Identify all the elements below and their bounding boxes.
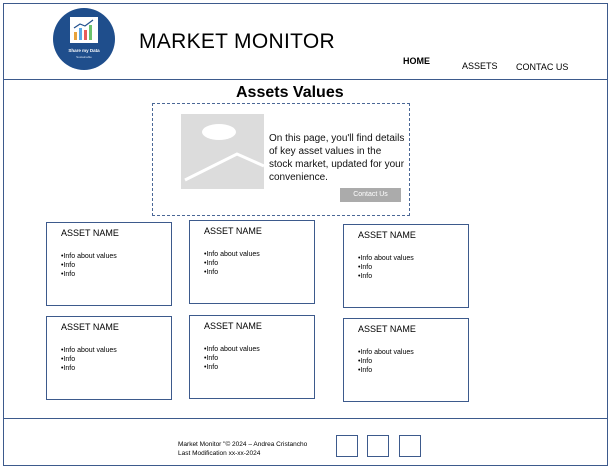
asset-info-line: •Info <box>204 364 219 371</box>
asset-name: ASSET NAME <box>204 226 262 236</box>
asset-info-line: •Info about values <box>61 347 117 354</box>
asset-name: ASSET NAME <box>204 321 262 331</box>
image-placeholder-icon <box>181 114 264 189</box>
asset-info-line: •Info about values <box>358 255 414 262</box>
asset-info: •Info about values •Info •Info <box>61 252 117 279</box>
asset-card[interactable]: ASSET NAME •Info about values •Info •Inf… <box>343 224 469 308</box>
social-link-placeholder[interactable] <box>367 435 389 457</box>
asset-name: ASSET NAME <box>358 324 416 334</box>
asset-info-line: •Info about values <box>61 253 117 260</box>
asset-info-line: •Info <box>204 260 219 267</box>
asset-card[interactable]: ASSET NAME •Info about values •Info •Inf… <box>46 222 172 306</box>
asset-card[interactable]: ASSET NAME •Info about values •Info •Inf… <box>343 318 469 402</box>
asset-info-line: •Info <box>358 264 373 271</box>
asset-card[interactable]: ASSET NAME •Info about values •Info •Inf… <box>46 316 172 400</box>
asset-name: ASSET NAME <box>61 228 119 238</box>
nav-assets-link[interactable]: ASSETS <box>462 61 498 71</box>
asset-info-line: •Info <box>61 365 76 372</box>
asset-info-line: •Info <box>61 356 76 363</box>
asset-info: •Info about values •Info •Info <box>204 345 260 372</box>
site-header: Share my Data Sustainable MARKET MONITOR… <box>3 3 608 80</box>
asset-info-line: •Info about values <box>204 346 260 353</box>
asset-info-line: •Info <box>358 367 373 374</box>
asset-info-line: •Info <box>358 358 373 365</box>
asset-info: •Info about values •Info •Info <box>358 254 414 281</box>
nav-contact-link[interactable]: CONTAC US <box>516 62 568 72</box>
asset-info-line: •Info <box>61 262 76 269</box>
asset-info-line: •Info about values <box>358 349 414 356</box>
asset-card[interactable]: ASSET NAME •Info about values •Info •Inf… <box>189 315 315 399</box>
site-logo[interactable]: Share my Data Sustainable <box>53 8 115 70</box>
contact-us-button[interactable]: Contact Us <box>340 188 401 202</box>
footer-text: Market Monitor "© 2024 – Andrea Cristanc… <box>178 440 307 458</box>
last-modified-text: Last Modification xx-xx-2024 <box>178 450 261 457</box>
hero-description: On this page, you'll find details of key… <box>269 133 405 183</box>
logo-tagline: Sustainable <box>76 55 92 59</box>
asset-info: •Info about values •Info •Info <box>204 250 260 277</box>
asset-card[interactable]: ASSET NAME •Info about values •Info •Inf… <box>189 220 315 304</box>
nav-home-link[interactable]: HOME <box>403 56 430 66</box>
logo-name: Share my Data <box>68 48 100 53</box>
asset-info-line: •Info about values <box>204 251 260 258</box>
social-link-placeholder[interactable] <box>336 435 358 457</box>
asset-name: ASSET NAME <box>358 230 416 240</box>
copyright-text: Market Monitor "© 2024 – Andrea Cristanc… <box>178 441 308 448</box>
asset-info-line: •Info <box>358 273 373 280</box>
asset-name: ASSET NAME <box>61 322 119 332</box>
asset-info-line: •Info <box>204 355 219 362</box>
asset-info: •Info about values •Info •Info <box>358 348 414 375</box>
site-title: MARKET MONITOR <box>139 30 335 53</box>
asset-info-line: •Info <box>61 271 76 278</box>
asset-info-line: •Info <box>204 269 219 276</box>
bar-chart-icon <box>70 17 98 43</box>
page-title: Assets Values <box>236 84 344 101</box>
asset-info: •Info about values •Info •Info <box>61 346 117 373</box>
hero-panel: On this page, you'll find details of key… <box>152 103 410 216</box>
footer-divider <box>3 418 608 419</box>
social-link-placeholder[interactable] <box>399 435 421 457</box>
